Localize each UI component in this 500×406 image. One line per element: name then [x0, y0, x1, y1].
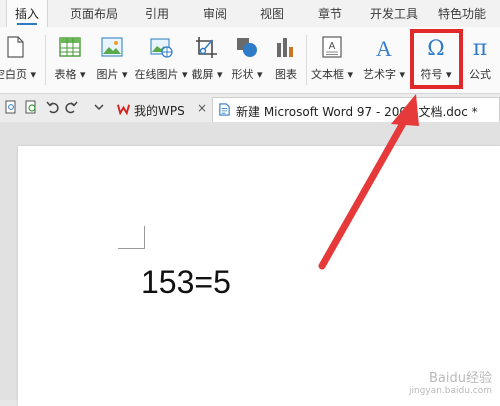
undo-icon[interactable]	[46, 100, 60, 114]
formula-label: 公式	[469, 68, 491, 81]
online-picture-icon	[150, 38, 173, 58]
tab-developer-tools[interactable]: 开发工具	[370, 5, 418, 22]
screenshot-icon	[196, 37, 217, 58]
picture-label: 图片 ▾	[96, 68, 128, 81]
text-margin-corner-mark	[118, 226, 145, 249]
chart-button[interactable]: 图表	[268, 27, 304, 93]
blank-page-label: 空白页 ▾	[0, 68, 37, 81]
watermark-line1: Baidu经验	[429, 371, 492, 386]
blank-page-icon	[7, 36, 24, 58]
tab-my-wps-label: 我的WPS	[134, 104, 185, 118]
tab-references[interactable]: 引用	[145, 5, 169, 22]
shapes-label: 形状 ▾	[231, 68, 263, 81]
textbox-icon: A	[322, 36, 342, 58]
document-canvas[interactable]	[0, 122, 500, 406]
svg-text:A: A	[376, 36, 392, 59]
table-label: 表格 ▾	[54, 68, 86, 81]
online-picture-button[interactable]: 在线图片 ▾	[134, 27, 188, 93]
document-check-icon[interactable]	[24, 100, 38, 114]
document-body-text[interactable]: 153=5	[141, 264, 231, 301]
chart-icon	[277, 38, 293, 57]
tab-view[interactable]: 视图	[260, 5, 284, 22]
svg-text:A: A	[329, 41, 336, 52]
document-tab-bar: 我的WPS × 新建 Microsoft Word 97 - 2003 文档.d…	[0, 94, 500, 123]
tab-insert[interactable]: 插入	[6, 0, 48, 27]
screenshot-label: 截屏 ▾	[191, 68, 223, 81]
baidu-watermark: Baidu经验 jingyan.baidu.com	[409, 367, 492, 396]
tab-my-wps[interactable]: 我的WPS ×	[113, 97, 211, 122]
textbox-button[interactable]: A 文本框 ▾	[306, 27, 358, 93]
formula-button[interactable]: π 公式	[460, 27, 500, 93]
table-icon	[59, 37, 81, 57]
screenshot-button[interactable]: 截屏 ▾	[187, 27, 227, 93]
online-picture-label: 在线图片 ▾	[134, 68, 188, 81]
textbox-label: 文本框 ▾	[310, 68, 354, 81]
svg-text:π: π	[473, 36, 487, 59]
blank-page-button[interactable]: 空白页 ▾	[0, 27, 40, 93]
word-document-icon	[219, 103, 230, 116]
wordart-button[interactable]: A 艺术字 ▾	[358, 27, 410, 93]
picture-button[interactable]: 图片 ▾	[90, 27, 134, 93]
tab-special-features[interactable]: 特色功能	[438, 5, 486, 22]
shapes-icon	[237, 38, 257, 57]
wordart-icon: A	[376, 36, 392, 59]
pi-formula-icon: π	[473, 36, 487, 59]
shapes-button[interactable]: 形状 ▾	[227, 27, 267, 93]
ribbon-tab-bar: 插入 页面布局 引用 审阅 视图 章节 开发工具 特色功能	[0, 0, 500, 28]
chart-label: 图表	[275, 68, 297, 81]
tab-current-document[interactable]: 新建 Microsoft Word 97 - 2003 文档.doc *	[212, 97, 500, 122]
tab-current-document-label: 新建 Microsoft Word 97 - 2003 文档.doc *	[236, 105, 478, 119]
close-icon[interactable]: ×	[197, 101, 207, 115]
print-preview-icon[interactable]	[4, 100, 18, 114]
redo-icon[interactable]	[64, 100, 78, 114]
watermark-line2: jingyan.baidu.com	[408, 386, 492, 396]
wps-logo-icon	[117, 104, 130, 115]
picture-icon	[101, 37, 123, 57]
table-button[interactable]: 表格 ▾	[48, 27, 92, 93]
symbol-button-highlight-box	[410, 29, 463, 89]
tab-review[interactable]: 审阅	[203, 5, 227, 22]
wordart-label: 艺术字 ▾	[362, 68, 406, 81]
tab-sections[interactable]: 章节	[318, 5, 342, 22]
tab-page-layout[interactable]: 页面布局	[70, 5, 118, 22]
ribbon-separator	[45, 35, 46, 85]
customize-toolbar-icon[interactable]	[92, 100, 106, 114]
